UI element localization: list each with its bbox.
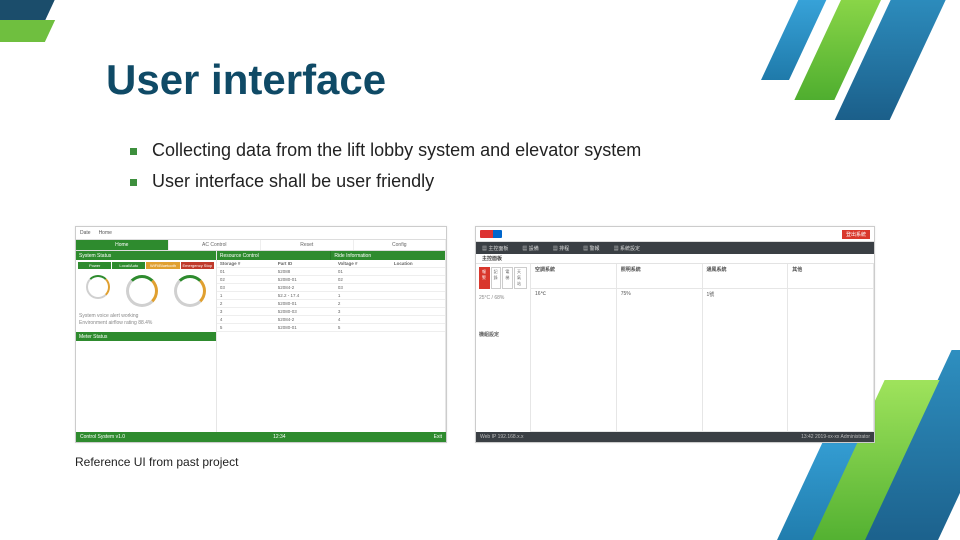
ui-topbar: Date Home [76, 227, 446, 240]
section-header: System Status [76, 251, 216, 260]
ui-footer: Web IP 192.168.x.x 13:42 2019-xx-xx Admi… [476, 432, 874, 442]
nav-item[interactable]: ▦ 主控面板 [482, 245, 508, 252]
chip[interactable]: 報警 [479, 267, 490, 289]
side-value: 25°C / 68% [479, 295, 527, 301]
tab[interactable]: Reset [261, 240, 354, 250]
status-buttons: PowerLocal/AutoWiFi/BluetoothEmergency S… [76, 260, 216, 271]
gauge-icon [126, 275, 158, 307]
bullet-item: Collecting data from the lift lobby syst… [130, 140, 641, 161]
nav-item[interactable]: ▦ 排程 [553, 245, 569, 252]
nav-bar: ▦ 主控面板 ▦ 設備 ▦ 排程 ▦ 警報 ▦ 系統設定 [476, 242, 874, 254]
breadcrumb: 主控面板 [476, 254, 874, 264]
section-header: Meter Status [76, 332, 216, 341]
chip[interactable]: 天氣站 [514, 267, 527, 289]
status-button[interactable]: Local/Auto [112, 262, 145, 269]
gauges [76, 271, 216, 311]
topbar-item: Date [80, 230, 91, 236]
tab[interactable]: Config [354, 240, 447, 250]
caption: Reference UI from past project [75, 455, 238, 469]
side-section: 機組設定 [479, 331, 527, 338]
ui-footer: Control System v1.0 12:34 Exit [76, 432, 446, 442]
main-panel: 空調系統照明系統通風系統其他 16℃75%1號 [531, 264, 874, 432]
col-value: 16℃ [531, 289, 617, 431]
col-value: 1號 [703, 289, 789, 431]
col-header: 空調系統 [531, 264, 617, 288]
logo-icon [480, 230, 502, 238]
nav-item[interactable]: ▦ 系統設定 [614, 245, 640, 252]
section-header: Resource Control [217, 251, 331, 260]
status-button[interactable]: WiFi/Bluetooth [146, 262, 179, 269]
chip[interactable]: 記錄 [491, 267, 502, 289]
nav-item[interactable]: ▦ 設備 [522, 245, 538, 252]
status-button[interactable]: Emergency Stop [181, 262, 214, 269]
chip[interactable]: 電梯 [502, 267, 513, 289]
slide-title: User interface [106, 56, 386, 104]
gauge-icon [174, 275, 206, 307]
col-value: 75% [617, 289, 703, 431]
status-column: System Status PowerLocal/AutoWiFi/Blueto… [76, 251, 217, 432]
logout-button[interactable]: 登出系統 [842, 230, 870, 239]
tab[interactable]: AC Control [169, 240, 262, 250]
col-header: 照明系統 [617, 264, 703, 288]
ui-topbar: 登出系統 [476, 227, 874, 242]
sidebar: 報警記錄電梯天氣站 25°C / 68% 機組設定 [476, 264, 531, 432]
gauge-icon [86, 275, 110, 299]
col-header: 其他 [788, 264, 874, 288]
bullet-list: Collecting data from the lift lobby syst… [130, 140, 641, 202]
section-header: Ride Information [330, 251, 445, 260]
topbar-item: Home [99, 230, 112, 236]
bullet-item: User interface shall be user friendly [130, 171, 641, 192]
control-column: Resource Control Ride Information Storag… [217, 251, 446, 432]
decor-stripe [0, 20, 55, 42]
ui-tabs: Home AC Control Reset Config [76, 240, 446, 251]
status-button[interactable]: Power [78, 262, 111, 269]
col-header: 通風系統 [703, 264, 789, 288]
system-info: System voice alert working Environment a… [76, 311, 216, 328]
tab[interactable]: Home [76, 240, 169, 250]
slide: User interface Collecting data from the … [0, 0, 960, 540]
control-table: Storage #Part IDVoltage #Location0152088… [217, 260, 445, 332]
col-value [788, 289, 874, 431]
nav-item[interactable]: ▦ 警報 [583, 245, 599, 252]
reference-ui-left: Date Home Home AC Control Reset Config S… [75, 226, 447, 443]
reference-ui-right: 登出系統 ▦ 主控面板 ▦ 設備 ▦ 排程 ▦ 警報 ▦ 系統設定 主控面板 報警記錄電… [475, 226, 875, 443]
